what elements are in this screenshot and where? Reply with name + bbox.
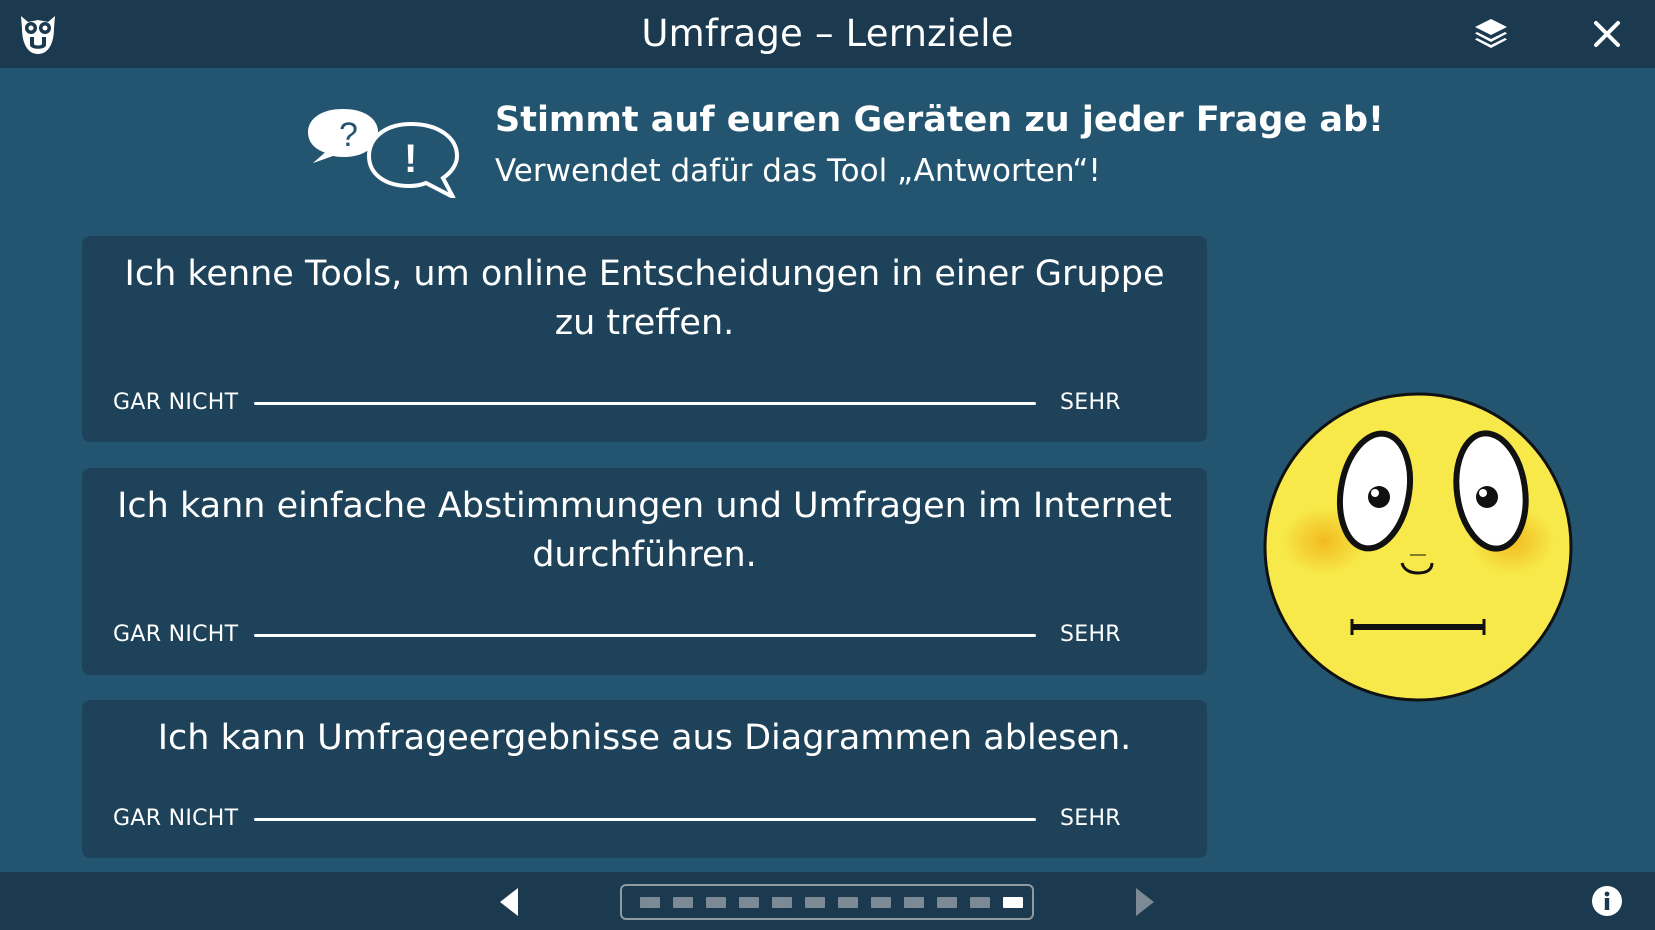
question-text: Ich kenne Tools, um online Entscheidunge… xyxy=(124,254,1165,343)
rating-slider[interactable] xyxy=(254,402,1036,405)
page-dot[interactable] xyxy=(739,896,759,908)
scale-min-label: GAR NICHT xyxy=(113,806,239,831)
info-icon[interactable] xyxy=(1591,885,1623,917)
rating-scale: GAR NICHT SEHR xyxy=(82,806,1207,836)
page-dot[interactable] xyxy=(937,896,957,908)
question-text: Ich kann Umfrageergebnisse aus Diagramme… xyxy=(157,718,1132,758)
scale-max-label: SEHR xyxy=(1060,390,1121,415)
scale-max-label: SEHR xyxy=(1060,806,1121,831)
scale-min-label: GAR NICHT xyxy=(113,622,239,647)
rating-scale: GAR NICHT SEHR xyxy=(82,390,1207,420)
close-icon[interactable] xyxy=(1590,17,1624,51)
page-dot[interactable] xyxy=(706,896,726,908)
page-dot[interactable] xyxy=(1003,896,1023,908)
page-dot[interactable] xyxy=(871,896,891,908)
page-dot[interactable] xyxy=(772,896,792,908)
layers-icon[interactable] xyxy=(1472,15,1510,53)
triangle-right-icon[interactable] xyxy=(1132,886,1158,918)
page-dot[interactable] xyxy=(640,896,660,908)
page-title: Umfrage – Lernziele xyxy=(641,12,1014,55)
question-card: Ich kenne Tools, um online Entscheidunge… xyxy=(82,236,1207,442)
question-card: Ich kann einfache Abstimmungen und Umfra… xyxy=(82,468,1207,675)
svg-text:!: ! xyxy=(404,137,417,181)
scale-max-label: SEHR xyxy=(1060,622,1121,647)
page-dot[interactable] xyxy=(673,896,693,908)
instruction-subline: Verwendet dafür das Tool „Antworten“! xyxy=(495,153,1101,189)
page-dot[interactable] xyxy=(805,896,825,908)
page-dot[interactable] xyxy=(970,896,990,908)
triangle-left-icon[interactable] xyxy=(496,886,522,918)
bottom-bar xyxy=(0,872,1655,930)
svg-text:?: ? xyxy=(339,116,358,154)
instruction-headline: Stimmt auf euren Geräten zu jeder Frage … xyxy=(495,100,1385,140)
rating-slider[interactable] xyxy=(254,634,1036,637)
top-bar: Umfrage – Lernziele xyxy=(0,0,1655,68)
page-indicator xyxy=(620,884,1034,920)
question-card: Ich kann Umfrageergebnisse aus Diagramme… xyxy=(82,700,1207,858)
rating-slider[interactable] xyxy=(254,818,1036,821)
rating-scale: GAR NICHT SEHR xyxy=(82,622,1207,652)
neutral-face-emoji xyxy=(1263,392,1573,702)
speech-bubbles-icon: ? ! xyxy=(305,106,460,198)
page-dot[interactable] xyxy=(904,896,924,908)
scale-min-label: GAR NICHT xyxy=(113,390,239,415)
question-text: Ich kann einfache Abstimmungen und Umfra… xyxy=(117,486,1172,575)
page-dot[interactable] xyxy=(838,896,858,908)
